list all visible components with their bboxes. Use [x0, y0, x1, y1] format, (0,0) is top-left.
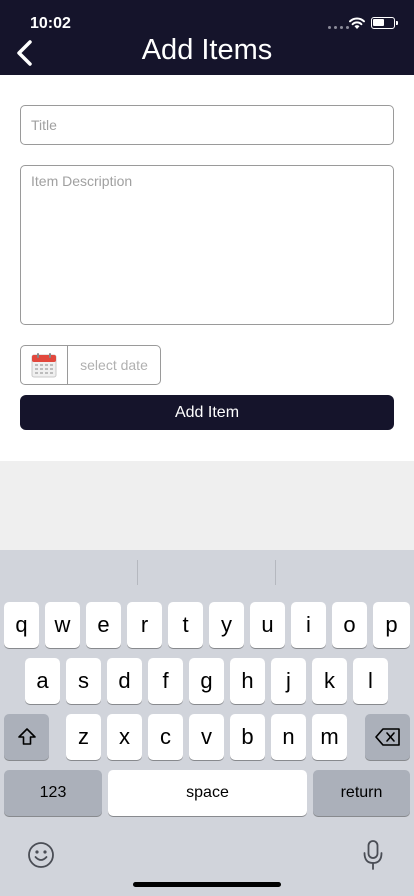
key-p[interactable]: p	[373, 602, 410, 648]
key-q[interactable]: q	[4, 602, 39, 648]
key-g[interactable]: g	[189, 658, 224, 704]
signal-icon	[328, 26, 349, 29]
key-f[interactable]: f	[148, 658, 183, 704]
calendar-icon-wrap[interactable]	[21, 346, 68, 384]
shift-key[interactable]	[4, 714, 49, 760]
return-key[interactable]: return	[313, 770, 410, 816]
space-key[interactable]: space	[108, 770, 307, 816]
add-item-form: select date Add Item	[0, 75, 414, 461]
status-time: 10:02	[30, 15, 71, 32]
page-title: Add Items	[141, 34, 273, 66]
key-w[interactable]: w	[45, 602, 80, 648]
key-c[interactable]: c	[148, 714, 183, 760]
key-j[interactable]: j	[271, 658, 306, 704]
key-e[interactable]: e	[86, 602, 121, 648]
key-b[interactable]: b	[230, 714, 265, 760]
predictive-divider	[137, 560, 138, 585]
calendar-icon	[31, 353, 57, 378]
backspace-icon	[374, 728, 400, 746]
key-k[interactable]: k	[312, 658, 347, 704]
emoji-icon[interactable]	[27, 841, 55, 869]
key-a[interactable]: a	[25, 658, 60, 704]
microphone-icon[interactable]	[361, 839, 385, 871]
key-n[interactable]: n	[271, 714, 306, 760]
backspace-key[interactable]	[365, 714, 410, 760]
numbers-key[interactable]: 123	[4, 770, 102, 816]
key-v[interactable]: v	[189, 714, 224, 760]
title-input[interactable]	[20, 105, 394, 145]
predictive-divider	[275, 560, 276, 585]
key-o[interactable]: o	[332, 602, 367, 648]
date-placeholder[interactable]: select date	[68, 346, 160, 384]
key-m[interactable]: m	[312, 714, 347, 760]
add-item-button[interactable]: Add Item	[20, 395, 394, 430]
home-indicator	[133, 882, 281, 887]
predictive-bar[interactable]	[0, 550, 414, 594]
key-y[interactable]: y	[209, 602, 244, 648]
shift-icon	[17, 728, 36, 745]
date-picker[interactable]: select date	[20, 345, 161, 385]
keyboard: q w e r t y u i o p a s d f g h j k l z …	[0, 550, 414, 896]
key-u[interactable]: u	[250, 602, 285, 648]
wifi-icon	[349, 17, 365, 29]
key-t[interactable]: t	[168, 602, 203, 648]
key-i[interactable]: i	[291, 602, 326, 648]
battery-icon	[371, 17, 398, 29]
app-header: 10:02 Add Items	[0, 0, 414, 75]
key-d[interactable]: d	[107, 658, 142, 704]
key-r[interactable]: r	[127, 602, 162, 648]
key-h[interactable]: h	[230, 658, 265, 704]
item-description-input[interactable]	[20, 165, 394, 325]
key-z[interactable]: z	[66, 714, 101, 760]
key-s[interactable]: s	[66, 658, 101, 704]
key-l[interactable]: l	[353, 658, 388, 704]
key-x[interactable]: x	[107, 714, 142, 760]
